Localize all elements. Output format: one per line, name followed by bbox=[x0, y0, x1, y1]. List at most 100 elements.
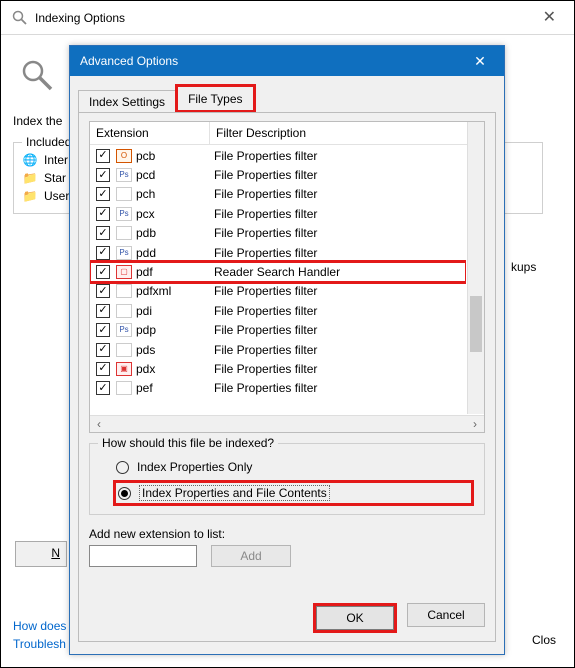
description-cell: File Properties filter bbox=[214, 323, 464, 337]
filetype-icon: Ps bbox=[116, 207, 132, 221]
description-cell: Reader Search Handler bbox=[214, 265, 464, 279]
filetype-icon: ▣ bbox=[116, 362, 132, 376]
extension-cell: pef bbox=[136, 381, 214, 395]
filetype-icon bbox=[116, 187, 132, 201]
description-cell: File Properties filter bbox=[214, 284, 464, 298]
table-row[interactable]: pchFile Properties filter bbox=[90, 185, 466, 204]
horizontal-scrollbar[interactable]: ‹ › bbox=[90, 415, 484, 432]
description-cell: File Properties filter bbox=[214, 207, 464, 221]
radio-option[interactable]: Index Properties and File Contents bbox=[113, 480, 474, 506]
description-cell: File Properties filter bbox=[214, 246, 464, 260]
vertical-scrollbar[interactable] bbox=[467, 122, 484, 414]
scroll-left-arrow[interactable]: ‹ bbox=[92, 417, 106, 431]
scroll-thumb[interactable] bbox=[470, 296, 482, 352]
index-mode-group: How should this file be indexed? Index P… bbox=[89, 443, 485, 515]
checkbox[interactable] bbox=[96, 381, 110, 395]
description-cell: File Properties filter bbox=[214, 343, 464, 357]
checkbox[interactable] bbox=[96, 362, 110, 376]
troubleshoot-link[interactable]: Troublesh bbox=[13, 637, 66, 651]
checkbox[interactable] bbox=[96, 207, 110, 221]
table-row[interactable]: ▣ pdxFile Properties filter bbox=[90, 359, 466, 378]
tabstrip: Index Settings File Types bbox=[78, 84, 496, 112]
search-index-icon bbox=[11, 10, 29, 26]
radio-option[interactable]: Index Properties Only bbox=[116, 460, 474, 474]
dialog-titlebar: Advanced Options ✕ bbox=[70, 46, 504, 76]
checkbox[interactable] bbox=[96, 323, 110, 337]
tab-index-settings[interactable]: Index Settings bbox=[78, 90, 175, 113]
cancel-button[interactable]: Cancel bbox=[407, 603, 485, 627]
file-types-list: Extension Filter Description OpcbFile Pr… bbox=[89, 121, 485, 433]
table-row[interactable]: PspcdFile Properties filter bbox=[90, 165, 466, 184]
filetype-icon bbox=[116, 304, 132, 318]
modify-button[interactable]: N bbox=[15, 541, 67, 567]
filetype-icon: Ps bbox=[116, 246, 132, 260]
table-row[interactable]: PspdpFile Properties filter bbox=[90, 321, 466, 340]
ok-button[interactable]: OK bbox=[316, 606, 394, 630]
radio-button[interactable] bbox=[118, 487, 131, 500]
scroll-right-arrow[interactable]: › bbox=[468, 417, 482, 431]
extension-cell: pdi bbox=[136, 304, 214, 318]
table-row[interactable]: PspcxFile Properties filter bbox=[90, 204, 466, 223]
parent-titlebar: Indexing Options ✕ bbox=[1, 1, 574, 35]
extension-cell: pdb bbox=[136, 226, 214, 240]
dialog-title: Advanced Options bbox=[80, 54, 458, 68]
extension-cell: pch bbox=[136, 187, 214, 201]
description-cell: File Properties filter bbox=[214, 149, 464, 163]
checkbox[interactable] bbox=[96, 226, 110, 240]
checkbox[interactable] bbox=[96, 343, 110, 357]
extension-cell: pdf bbox=[136, 265, 214, 279]
radio-button[interactable] bbox=[116, 461, 129, 474]
filetype-icon bbox=[116, 343, 132, 357]
extension-cell: pds bbox=[136, 343, 214, 357]
radio-label: Index Properties and File Contents bbox=[139, 485, 330, 501]
dialog-close-button[interactable]: ✕ bbox=[458, 46, 502, 76]
advanced-options-dialog: Advanced Options ✕ Index Settings File T… bbox=[69, 45, 505, 655]
description-cell: File Properties filter bbox=[214, 168, 464, 182]
filetype-icon bbox=[116, 284, 132, 298]
description-cell: File Properties filter bbox=[214, 187, 464, 201]
backups-text-fragment: kups bbox=[511, 260, 536, 274]
filetype-icon bbox=[116, 381, 132, 395]
extension-cell: pcd bbox=[136, 168, 214, 182]
list-header: Extension Filter Description bbox=[90, 122, 484, 145]
file-types-panel: Extension Filter Description OpcbFile Pr… bbox=[78, 112, 496, 642]
table-row[interactable]: PspddFile Properties filter bbox=[90, 243, 466, 262]
column-extension[interactable]: Extension bbox=[90, 122, 210, 145]
radio-label: Index Properties Only bbox=[137, 460, 252, 474]
extension-cell: pdx bbox=[136, 362, 214, 376]
checkbox[interactable] bbox=[96, 246, 110, 260]
table-row[interactable]: OpcbFile Properties filter bbox=[90, 146, 466, 165]
search-index-icon bbox=[19, 57, 55, 93]
help-link[interactable]: How does bbox=[13, 619, 66, 633]
filetype-icon: O bbox=[116, 149, 132, 163]
checkbox[interactable] bbox=[96, 187, 110, 201]
add-button[interactable]: Add bbox=[211, 545, 291, 567]
parent-close-button[interactable]: ✕ bbox=[535, 1, 564, 35]
checkbox[interactable] bbox=[96, 284, 110, 298]
checkbox[interactable] bbox=[96, 265, 110, 279]
filetype-icon: Ps bbox=[116, 168, 132, 182]
tab-file-types[interactable]: File Types bbox=[178, 88, 252, 110]
close-button-fragment: Clos bbox=[532, 633, 556, 647]
description-cell: File Properties filter bbox=[214, 226, 464, 240]
extension-cell: pcx bbox=[136, 207, 214, 221]
extension-cell: pdfxml bbox=[136, 284, 214, 298]
checkbox[interactable] bbox=[96, 149, 110, 163]
filetype-icon: ▢ bbox=[116, 265, 132, 279]
checkbox[interactable] bbox=[96, 168, 110, 182]
table-row[interactable]: ▢ pdfReader Search Handler bbox=[90, 262, 466, 281]
description-cell: File Properties filter bbox=[214, 304, 464, 318]
table-row[interactable]: pdbFile Properties filter bbox=[90, 224, 466, 243]
extension-cell: pdd bbox=[136, 246, 214, 260]
included-legend: Included bbox=[22, 135, 75, 149]
filetype-icon: Ps bbox=[116, 323, 132, 337]
filetype-icon bbox=[116, 226, 132, 240]
checkbox[interactable] bbox=[96, 304, 110, 318]
table-row[interactable]: pdfxmlFile Properties filter bbox=[90, 282, 466, 301]
table-row[interactable]: pefFile Properties filter bbox=[90, 379, 466, 398]
description-cell: File Properties filter bbox=[214, 362, 464, 376]
add-extension-input[interactable] bbox=[89, 545, 197, 567]
column-filter-description[interactable]: Filter Description bbox=[210, 122, 484, 145]
table-row[interactable]: pdiFile Properties filter bbox=[90, 301, 466, 320]
table-row[interactable]: pdsFile Properties filter bbox=[90, 340, 466, 359]
